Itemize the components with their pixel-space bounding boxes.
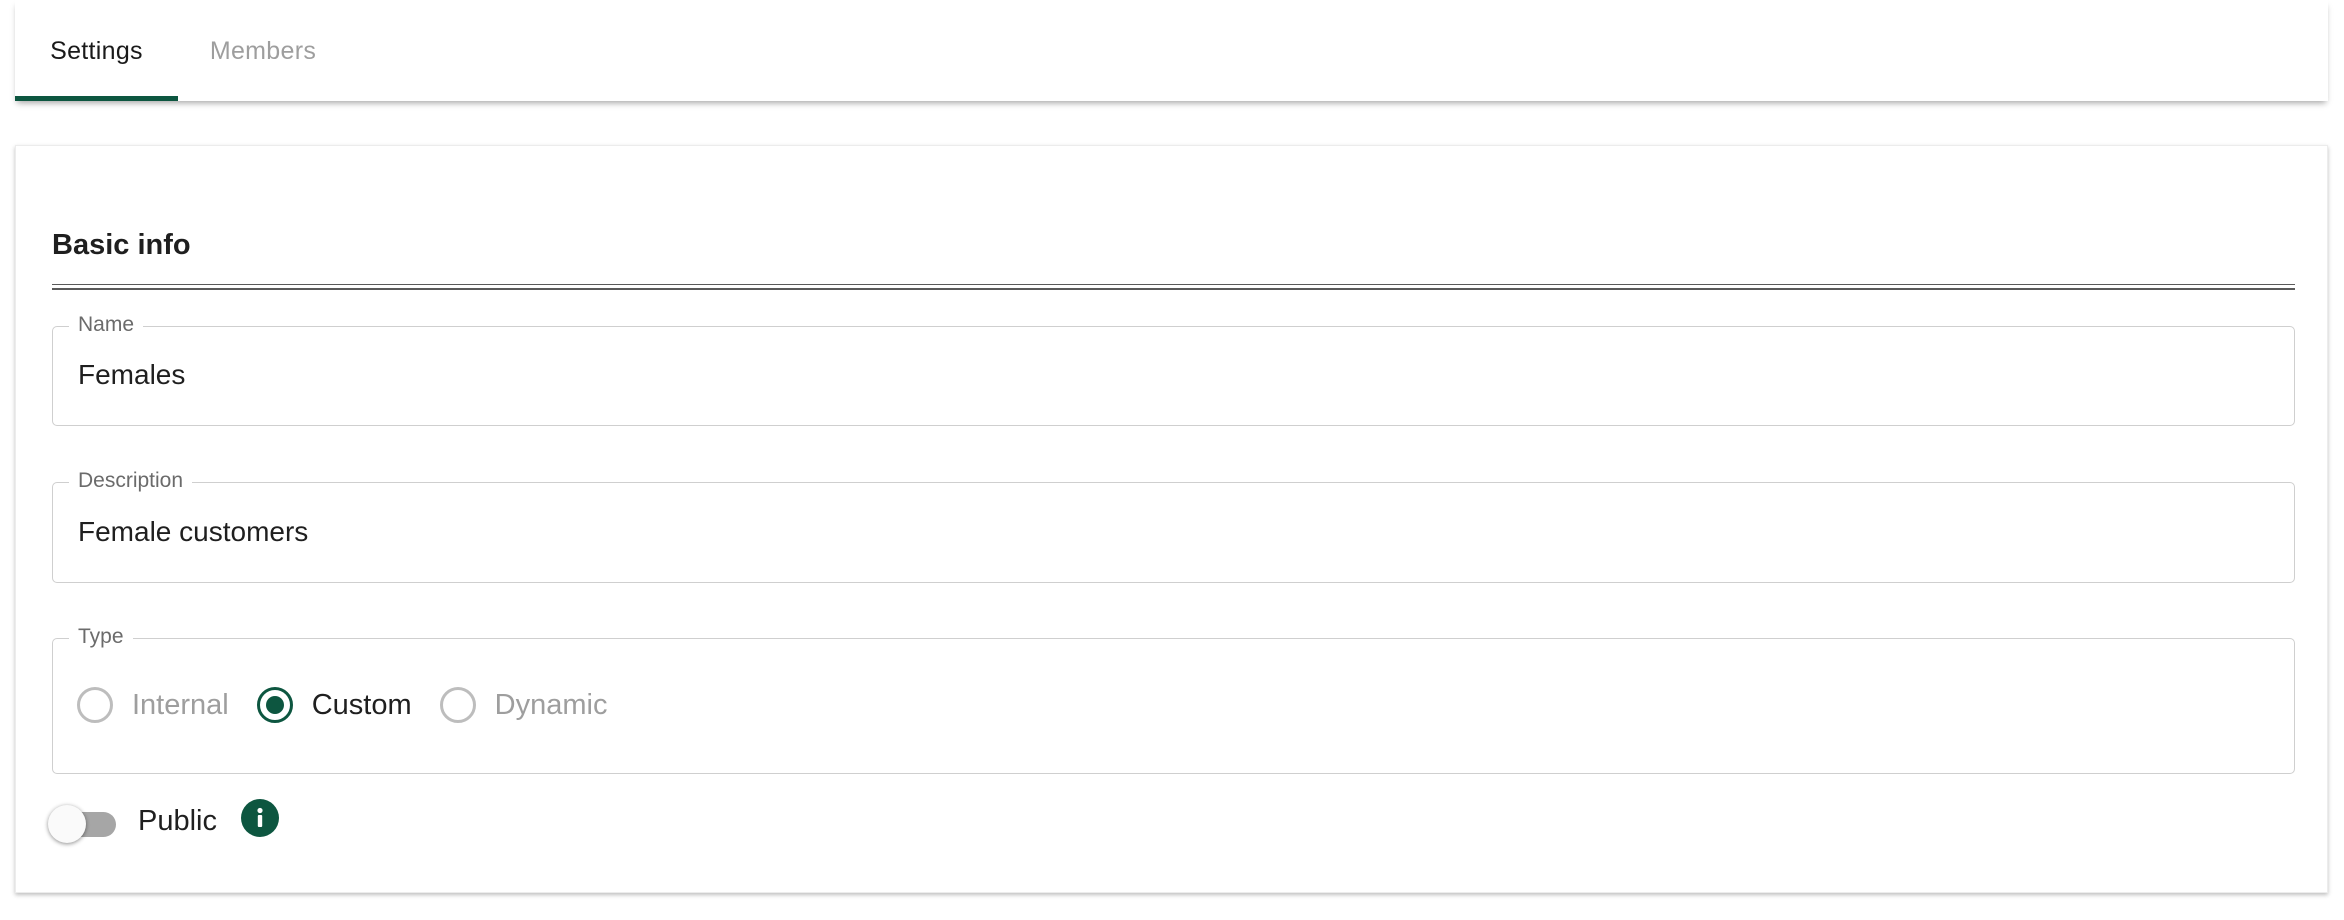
name-field-value[interactable]: Females	[78, 359, 185, 391]
type-fieldset: Type Internal Custom Dynamic	[52, 624, 2295, 774]
tab-settings-label: Settings	[50, 37, 143, 65]
section-divider	[52, 284, 2295, 290]
radio-internal[interactable]: Internal	[77, 687, 229, 723]
radio-custom-circle[interactable]	[256, 687, 293, 723]
name-field-label: Name	[69, 312, 144, 338]
active-tab-indicator	[15, 96, 178, 101]
info-glyph	[257, 807, 263, 827]
radio-custom[interactable]: Custom	[256, 687, 412, 723]
tab-bar: Settings Members	[15, 0, 2328, 101]
tab-members[interactable]: Members	[178, 0, 348, 101]
radio-custom-label: Custom	[311, 688, 412, 721]
name-field[interactable]: Name Females	[52, 312, 2295, 426]
description-field-label: Description	[69, 468, 193, 494]
description-field[interactable]: Description Female customers	[52, 468, 2295, 583]
radio-internal-label: Internal	[132, 688, 229, 721]
type-field-label: Type	[69, 624, 133, 650]
tab-members-label: Members	[209, 37, 317, 65]
tab-settings[interactable]: Settings	[15, 0, 178, 101]
public-toggle[interactable]	[48, 801, 118, 843]
radio-dynamic-circle[interactable]	[439, 687, 476, 723]
public-toggle-row: Public	[48, 799, 279, 843]
radio-dynamic-label: Dynamic	[494, 688, 608, 721]
section-title: Basic info	[52, 229, 191, 261]
radio-dynamic[interactable]: Dynamic	[439, 687, 608, 723]
settings-card: Basic info Name Females Description Fema…	[15, 145, 2328, 893]
public-toggle-label: Public	[138, 804, 217, 837]
radio-internal-circle[interactable]	[77, 687, 113, 723]
toggle-thumb[interactable]	[48, 805, 86, 843]
description-field-value[interactable]: Female customers	[78, 516, 308, 548]
info-icon[interactable]	[241, 799, 279, 837]
type-radio-group: Internal Custom Dynamic	[77, 687, 635, 723]
